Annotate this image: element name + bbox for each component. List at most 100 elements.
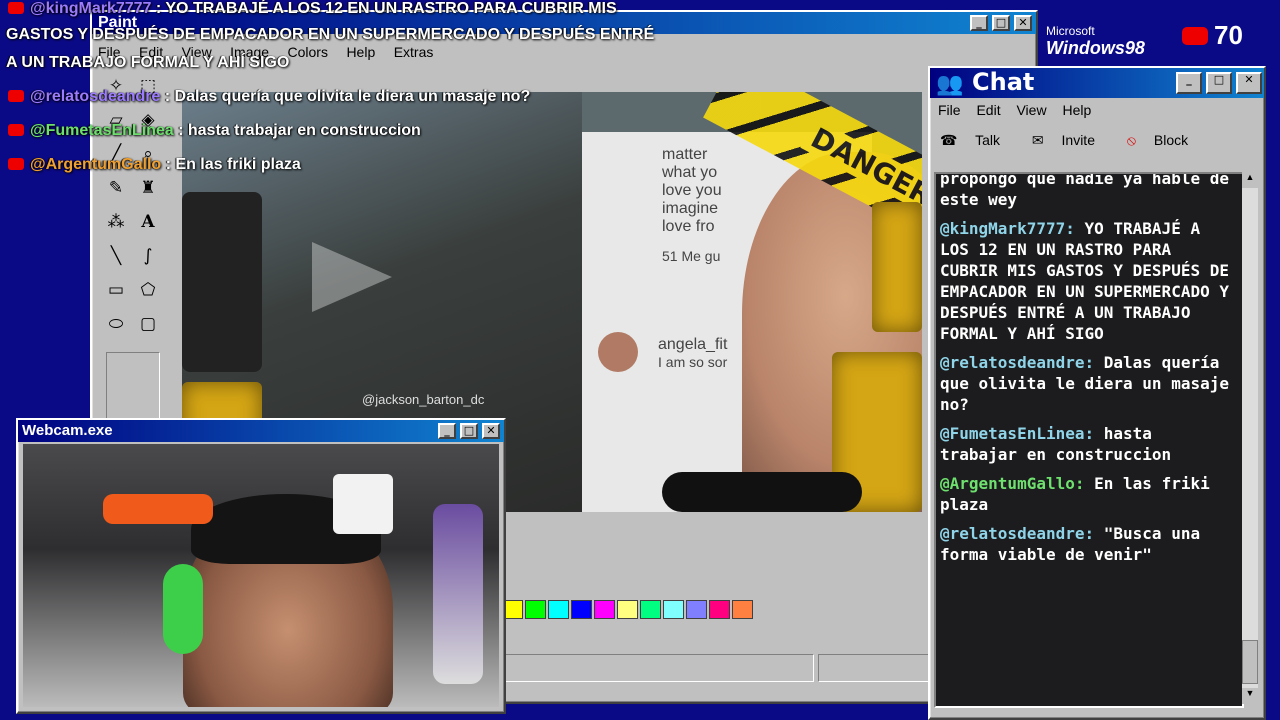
chat-user: @relatosdeandre: (940, 524, 1095, 543)
webcam-window: Webcam.exe _ □ ✕ (16, 418, 506, 714)
chat-scrollbar[interactable]: ▲ ▼ (1242, 172, 1258, 704)
chat-toolbar: ☎ Talk ✉ Invite ⦸ Block (940, 132, 1216, 149)
scroll-thumb[interactable] (1242, 640, 1258, 684)
color-swatch[interactable] (709, 600, 730, 619)
overlay-line: GASTOS Y DESPUÉS DE EMPACADOR EN UN SUPE… (6, 26, 654, 44)
close-button[interactable]: ✕ (482, 423, 500, 439)
webcam-feed (23, 444, 499, 707)
overlay-text: : YO TRABAJÉ A LOS 12 EN UN RASTRO PARA … (155, 0, 617, 17)
block-button[interactable]: ⦸ Block (1127, 132, 1202, 148)
youtube-icon (1182, 27, 1208, 45)
chat-titlebar[interactable]: 👥 Chat _ □ ✕ (930, 68, 1264, 98)
youtube-icon (8, 2, 24, 14)
toilet-paper (333, 474, 393, 534)
block-label: Block (1153, 132, 1189, 148)
black-barrel-image (662, 472, 862, 512)
viewer-number: 70 (1214, 20, 1243, 50)
talk-label: Talk (975, 132, 1000, 148)
overlay-line: A UN TRABAJO FORMAL Y AHÍ SIGO (6, 54, 289, 72)
color-swatch[interactable] (571, 600, 592, 619)
color-swatch[interactable] (594, 600, 615, 619)
youtube-icon (8, 90, 24, 102)
webcam-title: Webcam.exe (22, 422, 113, 439)
overlay-text: : hasta trabajar en construccion (178, 122, 421, 139)
youtube-icon (8, 158, 24, 170)
overlay-user: @ArgentumGallo (30, 156, 162, 173)
minimize-button[interactable]: _ (438, 423, 456, 439)
text-icon[interactable]: A (134, 208, 162, 236)
people-icon: 👥 (936, 71, 964, 96)
barrel-image (872, 202, 922, 332)
overlay-line: @ArgentumGallo : En las friki plaza (8, 156, 301, 174)
video-watermark: @jackson_barton_dc (362, 392, 485, 407)
chat-message: propongo que nadie ya hablé de este wey (936, 172, 1242, 218)
brush-icon[interactable]: ♜ (134, 174, 162, 202)
ellipse-icon[interactable]: ⬭ (102, 310, 130, 338)
color-swatch[interactable] (732, 600, 753, 619)
overlay-text: : En las friki plaza (165, 156, 301, 173)
overlay-text: GASTOS Y DESPUÉS DE EMPACADOR EN UN SUPE… (6, 26, 655, 43)
overlay-line: @FumetasEnLinea : hasta trabajar en cons… (8, 122, 421, 140)
talk-button[interactable]: ☎ Talk (940, 132, 1014, 148)
minimize-button[interactable]: _ (970, 15, 988, 31)
maximize-button[interactable]: □ (460, 423, 478, 439)
curve-icon[interactable]: ∫ (134, 242, 162, 270)
menu-view[interactable]: View (1016, 102, 1046, 118)
overlay-user: @FumetasEnLinea (30, 122, 174, 139)
maximize-button[interactable]: □ (992, 15, 1010, 31)
menu-edit[interactable]: Edit (976, 102, 1000, 118)
microsoft-text: Microsoft (1046, 24, 1095, 38)
maximize-button[interactable]: □ (1206, 72, 1232, 94)
rectangle-icon[interactable]: ▭ (102, 276, 130, 304)
menu-help[interactable]: Help (1062, 102, 1091, 118)
black-barrel-image (182, 192, 262, 372)
line-icon[interactable]: ╲ (102, 242, 130, 270)
color-palette (502, 600, 755, 624)
polygon-icon[interactable]: ⬠ (134, 276, 162, 304)
chat-user: @kingMark7777: (940, 219, 1075, 238)
menu-file[interactable]: File (938, 102, 961, 118)
color-swatch[interactable] (525, 600, 546, 619)
minimize-button[interactable]: _ (1176, 72, 1202, 94)
windows98-text: Windows98 (1046, 38, 1145, 58)
chat-message: @kingMark7777: YO TRABAJÉ A LOS 12 EN UN… (936, 218, 1242, 352)
menu-help[interactable]: Help (346, 44, 375, 60)
chat-log[interactable]: propongo que nadie ya hablé de este wey … (934, 172, 1244, 708)
invite-button[interactable]: ✉ Invite (1032, 132, 1109, 148)
scroll-up-icon[interactable]: ▲ (1242, 172, 1258, 188)
overlay-user: @kingMark7777 (30, 0, 152, 17)
menu-colors[interactable]: Colors (288, 44, 328, 60)
flowers-decor (103, 494, 213, 524)
color-swatch[interactable] (617, 600, 638, 619)
color-swatch[interactable] (663, 600, 684, 619)
color-swatch[interactable] (548, 600, 569, 619)
close-button[interactable]: ✕ (1014, 15, 1032, 31)
scroll-down-icon[interactable]: ▼ (1242, 688, 1258, 704)
overlay-text: A UN TRABAJO FORMAL Y AHÍ SIGO (6, 54, 290, 71)
invite-icon: ✉ (1031, 132, 1044, 148)
post-reply: I am so sor (658, 354, 728, 370)
overlay-user: @relatosdeandre (30, 88, 161, 105)
overlay-text: : Dalas quería que olivita le diera un m… (164, 88, 531, 105)
chat-menubar: File Edit View Help (938, 102, 1103, 118)
chat-message: @FumetasEnLinea: hasta trabajar en const… (936, 423, 1242, 473)
joker-figure (433, 504, 483, 684)
invite-label: Invite (1061, 132, 1095, 148)
color-swatch[interactable] (640, 600, 661, 619)
webcam-titlebar[interactable]: Webcam.exe _ □ ✕ (18, 420, 504, 442)
menu-extras[interactable]: Extras (394, 44, 434, 60)
rounded-rect-icon[interactable]: ▢ (134, 310, 162, 338)
color-swatch[interactable] (686, 600, 707, 619)
chat-message: @relatosdeandre: "Busca una forma viable… (936, 523, 1242, 573)
airbrush-icon[interactable]: ⁂ (102, 208, 130, 236)
overlay-line: @relatosdeandre : Dalas quería que olivi… (8, 88, 530, 106)
status-cell (502, 654, 814, 682)
chat-text: propongo que nadie ya hablé de este wey (940, 172, 1229, 209)
chat-title: Chat (972, 68, 1035, 96)
block-icon: ⦸ (1126, 132, 1137, 148)
close-button[interactable]: ✕ (1236, 72, 1262, 94)
chat-user: @ArgentumGallo: (940, 474, 1085, 493)
pencil-icon[interactable]: ✎ (102, 174, 130, 202)
overlay-line: @kingMark7777 : YO TRABAJÉ A LOS 12 EN U… (8, 0, 617, 18)
chat-window: 👥 Chat _ □ ✕ File Edit View Help ☎ Talk … (928, 66, 1266, 720)
